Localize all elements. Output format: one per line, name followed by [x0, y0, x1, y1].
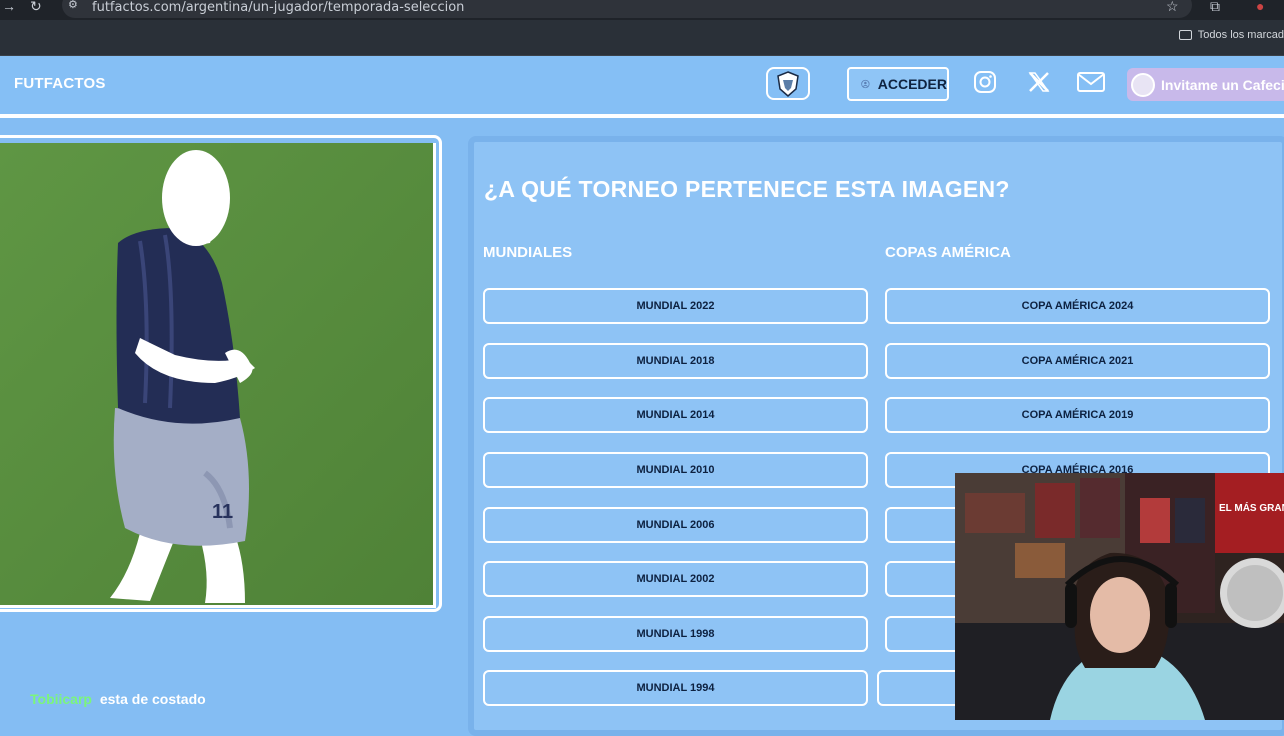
url-text[interactable]: futfactos.com/argentina/un-jugador/tempo… — [92, 0, 464, 15]
site-logo[interactable]: FUTFACTOS — [14, 75, 106, 92]
extensions-icon[interactable]: ⧉ — [1210, 0, 1220, 15]
option-mundial-1994[interactable]: MUNDIAL 1994 — [483, 670, 868, 706]
folder-icon — [1178, 30, 1192, 40]
option-mundial-2018[interactable]: MUNDIAL 2018 — [483, 343, 868, 379]
option-mundial-2010[interactable]: MUNDIAL 2010 — [483, 452, 868, 488]
profile-icon[interactable]: ● — [1256, 0, 1264, 14]
quiz-question: ¿A QUÉ TORNEO PERTENECE ESTA IMAGEN? — [484, 176, 1010, 202]
option-mundial-2022[interactable]: MUNDIAL 2022 — [483, 288, 868, 324]
streamer-webcam: EL MÁS GRANDE DE AMÉRICA — [955, 473, 1284, 720]
coffee-icon — [1131, 72, 1155, 97]
option-mundial-2014[interactable]: MUNDIAL 2014 — [483, 397, 868, 433]
bookmarks-folder-label: Todos los marcad — [1197, 29, 1284, 41]
mundiales-heading: MUNDIALES — [483, 244, 573, 261]
option-mundial-1998[interactable]: MUNDIAL 1998 — [483, 616, 868, 652]
webcam-feed: EL MÁS GRANDE DE AMÉRICA — [955, 473, 1284, 720]
bookmarks-bar: Todos los marcad — [0, 20, 1284, 56]
donate-button-label: Invitame un Cafecit — [1161, 76, 1284, 93]
all-bookmarks-folder[interactable]: Todos los marcad — [1178, 29, 1284, 41]
login-button[interactable]: ACCEDER — [847, 67, 949, 101]
user-icon — [861, 79, 870, 89]
player-image: 11 — [0, 143, 436, 608]
donate-cafecito-button[interactable]: Invitame un Cafecit — [1127, 68, 1284, 101]
x-twitter-icon[interactable] — [1027, 70, 1051, 94]
login-button-label: ACCEDER — [877, 76, 947, 92]
header-divider — [0, 114, 1284, 118]
reload-icon[interactable]: ↻ — [30, 0, 42, 15]
chat-message: Tobiicarp esta de costado — [30, 691, 206, 707]
mail-icon[interactable] — [1076, 70, 1106, 94]
option-mundial-2002[interactable]: MUNDIAL 2002 — [483, 561, 868, 597]
instagram-icon[interactable] — [973, 70, 997, 94]
option-copa-america-2021[interactable]: COPA AMÉRICA 2021 — [885, 343, 1270, 379]
option-copa-america-2024[interactable]: COPA AMÉRICA 2024 — [885, 288, 1270, 324]
forward-arrow-icon[interactable]: → — [2, 0, 16, 14]
copas-america-heading: COPAS AMÉRICA — [885, 244, 1011, 261]
shirt-number: 11 — [212, 501, 233, 523]
afa-shield-icon — [777, 70, 799, 97]
site-settings-icon[interactable]: ⚙ — [68, 0, 78, 11]
option-mundial-2006[interactable]: MUNDIAL 2006 — [483, 507, 868, 543]
browser-toolbar: → ↻ ⚙ futfactos.com/argentina/un-jugador… — [0, 0, 1284, 20]
chat-text: esta de costado — [99, 691, 206, 707]
team-badge-button[interactable] — [766, 67, 810, 100]
bookmark-star-icon[interactable]: ☆ — [1166, 0, 1179, 15]
chat-username: Tobiicarp — [30, 691, 92, 707]
site-header: FUTFACTOS ACCEDER Invitame un Cafecit — [0, 56, 1284, 114]
player-illustration: 11 — [0, 143, 433, 605]
option-copa-america-2019[interactable]: COPA AMÉRICA 2019 — [885, 397, 1270, 433]
poster-text: EL MÁS GRANDE DE AMÉRICA — [1219, 501, 1284, 514]
